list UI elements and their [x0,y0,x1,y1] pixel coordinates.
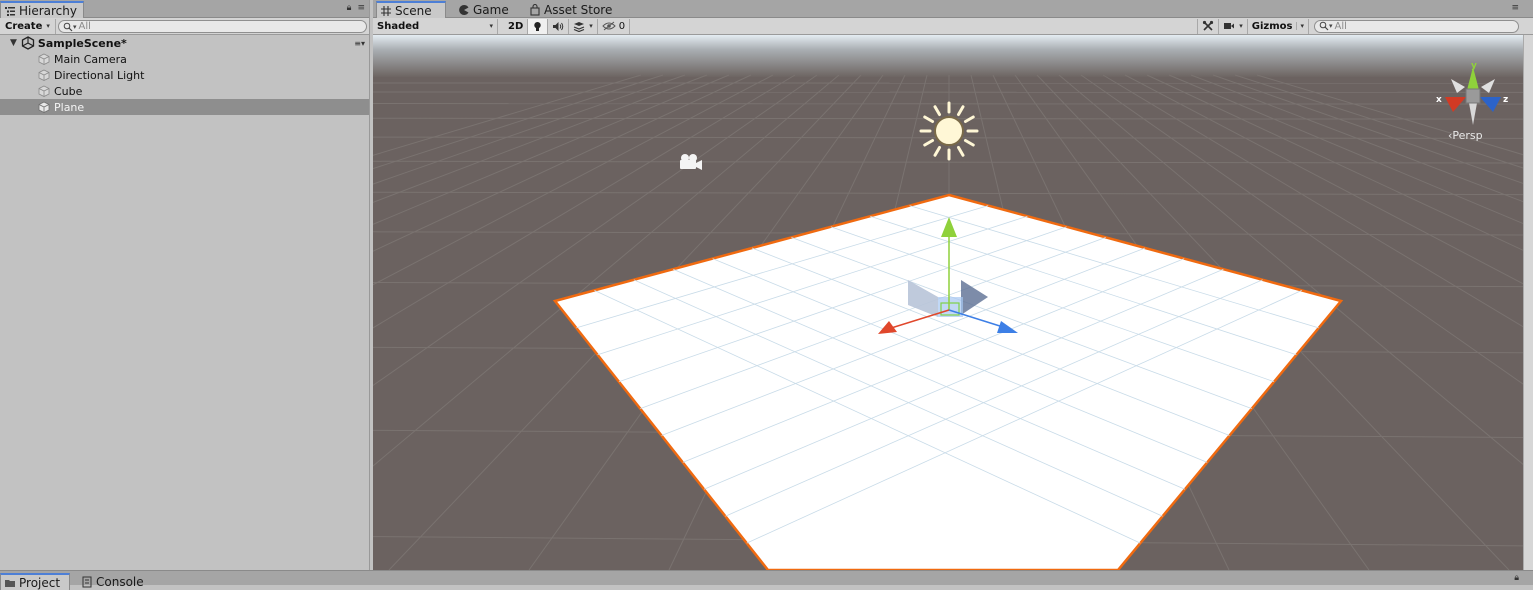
gizmos-label: Gizmos [1252,21,1293,32]
tab-console-label: Console [96,575,144,589]
gizmo-label-y: y [1471,61,1477,71]
bottom-tabbar: Project Console 🔒︎ [0,570,1533,585]
tab-scene[interactable]: Scene [376,1,446,18]
scene-tabbar: Scene Game Asset Store ≡ [373,0,1533,18]
item-label: Directional Light [54,69,144,82]
tab-asset-store[interactable]: Asset Store [526,1,618,18]
effects-layers-icon [573,21,585,32]
search-dropdown-icon: ▾ [1329,22,1333,30]
unity-logo-icon [21,36,35,50]
toggle-2d-label: 2D [508,21,523,32]
audio-toggle[interactable] [548,19,569,34]
scene-search-input[interactable]: ▾ All [1314,20,1519,33]
bottom-window-buttons: 🔒︎ [1514,573,1519,583]
search-dropdown-icon: ▾ [73,23,77,31]
hidden-objects-toggle[interactable]: 0 [598,19,630,34]
hierarchy-toolbar: Create ▾ ▾ All [0,18,369,35]
tab-asset-store-label: Asset Store [544,3,612,17]
tab-hierarchy-label: Hierarchy [19,4,77,18]
folder-icon [4,577,16,589]
search-icon [1319,21,1329,31]
scene-viewport[interactable]: y x z ‹Persp [373,35,1523,570]
pacman-icon [458,4,470,16]
gizmo-label-x: x [1436,95,1442,105]
console-icon [81,576,93,588]
expand-triangle-icon[interactable]: ▼ [10,38,17,48]
item-label: Cube [54,85,82,98]
camera-settings-dropdown[interactable]: ▾ [1219,19,1248,34]
hierarchy-item-plane[interactable]: Plane [0,99,369,115]
hierarchy-item-main-camera[interactable]: Main Camera [0,51,369,67]
search-placeholder: All [79,21,91,32]
hierarchy-window-buttons: 🔒︎ ≡ [347,3,365,13]
hierarchy-panel: Hierarchy 🔒︎ ≡ Create ▾ ▾ All ▼ Sam [0,0,370,570]
hierarchy-item-directional-light[interactable]: Directional Light [0,67,369,83]
chevron-down-icon: ▾ [1239,22,1243,30]
lock-icon[interactable]: 🔒︎ [1514,573,1519,583]
chevron-down-icon: ▾ [1296,22,1304,30]
store-bag-icon [529,4,541,16]
hidden-count: 0 [619,21,625,32]
tools-button[interactable] [1197,19,1219,34]
scene-horizon [373,35,1523,77]
scene-toolbar: Shaded ▾ 2D ▾ [373,18,1533,35]
tab-scene-label: Scene [395,4,432,18]
video-camera-icon [1223,21,1235,31]
hierarchy-tabbar: Hierarchy 🔒︎ ≡ [0,0,369,18]
scene-right-scrollbar[interactable] [1523,35,1533,570]
lightbulb-icon [532,21,543,32]
tab-console[interactable]: Console [78,573,150,590]
gameobject-cube-icon [38,85,50,97]
speaker-icon [552,21,564,32]
item-label: Plane [54,101,84,114]
chevron-down-icon: ▾ [589,22,593,30]
panel-menu-icon[interactable]: ≡ [1511,3,1519,13]
hierarchy-tree: ▼ SampleScene* ≡▾ Main Camera Directiona… [0,35,369,115]
scene-canvas[interactable]: y x z ‹Persp [373,35,1523,570]
lighting-toggle[interactable] [528,19,548,34]
tab-project[interactable]: Project [0,573,70,590]
create-label: Create [5,21,42,32]
hierarchy-search-input[interactable]: ▾ All [58,20,367,33]
gameobject-cube-icon [38,69,50,81]
scene-panel: Scene Game Asset Store ≡ Shaded ▾ 2D [373,0,1533,570]
shading-mode-dropdown[interactable]: Shaded ▾ [373,19,498,34]
tab-project-label: Project [19,576,60,590]
effects-dropdown[interactable]: ▾ [569,19,598,34]
scene-name: SampleScene* [38,37,127,50]
gameobject-cube-icon [38,53,50,65]
scene-window-buttons: ≡ [1511,3,1519,13]
gameobject-cube-icon [38,101,50,113]
hierarchy-item-cube[interactable]: Cube [0,83,369,99]
chevron-down-icon: ▾ [489,22,493,30]
chevron-down-icon: ▾ [46,22,50,30]
grid-icon [380,5,392,17]
projection-label[interactable]: ‹Persp [1448,129,1483,142]
lock-icon[interactable]: 🔒︎ [347,3,352,13]
gizmos-dropdown[interactable]: Gizmos ▾ [1248,19,1309,34]
tab-hierarchy[interactable]: Hierarchy [0,1,84,18]
item-label: Main Camera [54,53,127,66]
scene-search-placeholder: All [1335,21,1347,32]
hidden-eye-icon [602,21,616,31]
search-icon [63,22,73,32]
scene-root-row[interactable]: ▼ SampleScene* ≡▾ [0,35,369,51]
shading-mode-label: Shaded [377,21,419,32]
tab-game[interactable]: Game [455,1,515,18]
hierarchy-list-icon [4,5,16,17]
tab-game-label: Game [473,3,509,17]
panel-menu-icon[interactable]: ≡ [357,3,365,13]
create-dropdown[interactable]: Create ▾ [0,19,56,34]
gizmo-label-z: z [1503,95,1508,105]
tools-wrench-icon [1202,20,1214,32]
toggle-2d-button[interactable]: 2D [504,19,528,34]
scene-menu-icon[interactable]: ≡▾ [354,39,365,48]
gizmo-center-cube[interactable] [1466,89,1480,103]
